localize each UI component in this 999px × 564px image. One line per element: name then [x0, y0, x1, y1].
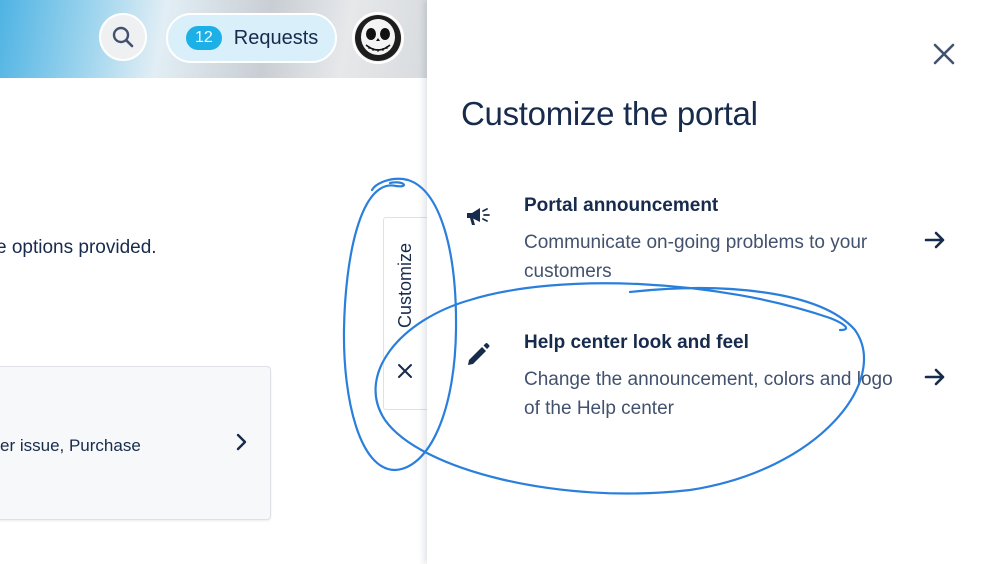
- customize-drawer: Customize the portal Portal announcement…: [427, 0, 999, 564]
- request-type-card-text: er issue, Purchase: [0, 436, 141, 455]
- requests-label: Requests: [233, 26, 319, 49]
- option-portal-announcement[interactable]: Portal announcement Communicate on-going…: [427, 190, 999, 300]
- header-bar: 12 Requests: [0, 0, 427, 78]
- instruction-text: e options provided.: [0, 237, 157, 258]
- search-button[interactable]: [99, 13, 147, 61]
- request-type-card[interactable]: er issue, Purchase: [0, 366, 271, 520]
- customize-tab-label: Customize: [395, 242, 416, 329]
- option-title: Help center look and feel: [524, 332, 749, 353]
- background-page: 12 Requests e options provided. er issue…: [0, 0, 427, 564]
- drawer-title: Customize the portal: [461, 95, 758, 132]
- arrow-right-icon[interactable]: [924, 367, 946, 387]
- pencil-icon: [468, 343, 490, 365]
- option-title: Portal announcement: [524, 195, 719, 216]
- arrow-right-icon[interactable]: [924, 230, 946, 250]
- requests-count-badge: 12: [186, 26, 222, 50]
- close-icon[interactable]: [397, 363, 413, 379]
- customize-tab[interactable]: Customize: [383, 217, 427, 410]
- customize-tab-label-wrap: Customize: [384, 218, 427, 353]
- option-help-center-look-and-feel[interactable]: Help center look and feel Change the ann…: [427, 327, 999, 437]
- option-description: Change the announcement, colors and logo…: [524, 369, 893, 419]
- megaphone-icon: [467, 208, 490, 225]
- chevron-right-icon: [236, 433, 247, 451]
- requests-button[interactable]: 12 Requests: [166, 13, 337, 63]
- search-icon: [112, 26, 134, 48]
- skull-avatar-icon: [355, 15, 401, 61]
- avatar[interactable]: [352, 12, 404, 64]
- close-drawer-icon[interactable]: [930, 40, 958, 68]
- option-description: Communicate on-going problems to your cu…: [524, 232, 868, 282]
